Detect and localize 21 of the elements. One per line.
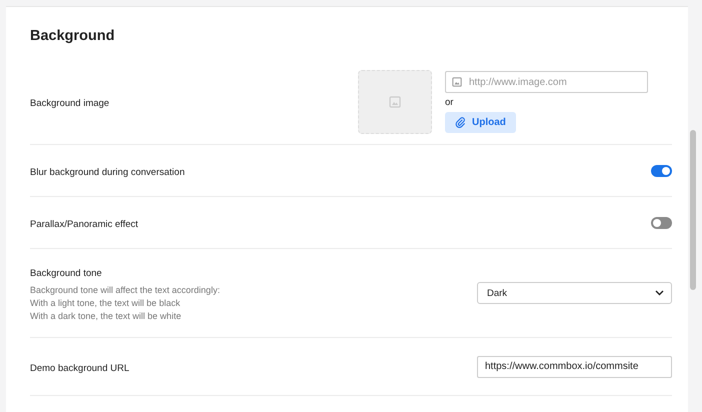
or-text: or bbox=[445, 97, 454, 108]
description-text: With a dark tone, the text will be white bbox=[30, 310, 182, 323]
scrollbar-thumb[interactable] bbox=[690, 130, 696, 290]
description-text: With a light tone, the text will be black bbox=[30, 297, 180, 310]
setting-label: Background image bbox=[30, 98, 110, 109]
paperclip-icon bbox=[455, 117, 466, 128]
description-text: Background tone will affect the text accordingly: bbox=[30, 284, 220, 297]
setting-label: Blur background during conversation bbox=[30, 166, 185, 178]
image-url-field[interactable]: http://www.image.com bbox=[445, 71, 648, 93]
toggle-switch[interactable] bbox=[651, 216, 672, 228]
image-icon bbox=[389, 96, 401, 108]
section-title: Background bbox=[30, 28, 115, 44]
setting-label: Demo background URL bbox=[30, 362, 130, 374]
upload-button[interactable]: Upload bbox=[445, 112, 516, 133]
tone-dropdown[interactable]: Dark bbox=[477, 282, 672, 304]
setting-label: Parallax/Panoramic effect bbox=[30, 218, 138, 230]
setting-label: Background tone bbox=[30, 268, 102, 279]
chevron-down-icon bbox=[655, 290, 664, 296]
url-input[interactable]: https://www.commbox.io/commsite bbox=[477, 356, 672, 378]
toggle-switch[interactable] bbox=[651, 164, 672, 176]
image-icon bbox=[452, 77, 462, 87]
